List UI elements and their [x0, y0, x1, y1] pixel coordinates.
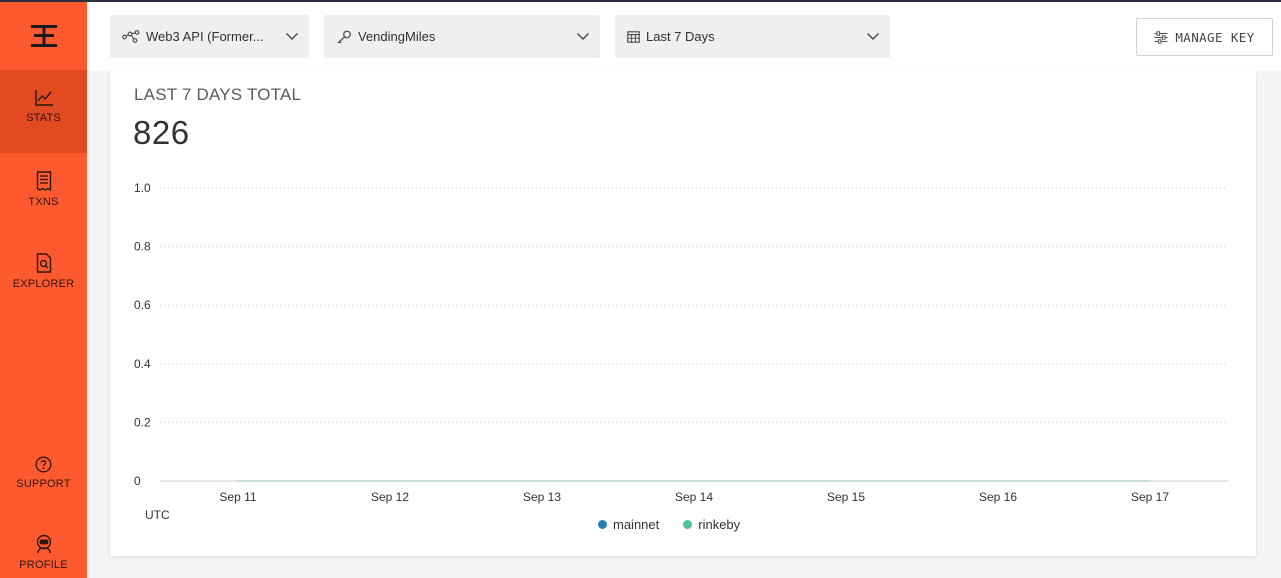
legend-label: mainnet	[613, 517, 660, 532]
x-tick-label: Sep 12	[371, 490, 409, 504]
window-top-border	[0, 0, 1281, 2]
x-tick-label: Sep 16	[979, 490, 1017, 504]
legend-item-mainnet[interactable]: mainnet	[598, 517, 659, 532]
chevron-down-icon	[867, 33, 879, 40]
x-tick-label: Sep 17	[1131, 490, 1169, 504]
sidebar-item-label: SUPPORT	[16, 478, 71, 490]
chart-legend: mainnet rinkeby	[598, 517, 764, 532]
sliders-icon	[1154, 30, 1168, 44]
y-tick-label: 1.0	[134, 181, 151, 195]
sidebar-item-txns[interactable]: TXNS	[0, 153, 87, 235]
sidebar-item-explorer[interactable]: EXPLORER	[0, 235, 87, 317]
x-tick-label: Sep 13	[523, 490, 561, 504]
y-tick-label: 0.2	[134, 415, 151, 429]
api-key-select-value: VendingMiles	[358, 29, 436, 44]
sidebar-item-label: TXNS	[28, 196, 59, 208]
date-range-select[interactable]: Last 7 Days	[615, 15, 890, 58]
sidebar-item-profile[interactable]: PROFILE	[0, 518, 87, 578]
network-icon	[122, 29, 140, 44]
date-range-select-value: Last 7 Days	[646, 29, 715, 44]
legend-label: rinkeby	[698, 517, 741, 532]
requests-chart: 0 0.2 0.4 0.6 0.8 1.0 Sep 11 Sep 12 Sep 13 Sep 14…	[134, 181, 1228, 504]
manage-key-button[interactable]: MANAGE KEY	[1136, 18, 1273, 56]
y-tick-label: 0	[134, 474, 141, 488]
api-key-select[interactable]: VendingMiles	[324, 15, 600, 58]
legend-item-rinkeby[interactable]: rinkeby	[683, 517, 740, 532]
project-select-value: Web3 API (Former...	[146, 29, 264, 44]
chevron-down-icon	[286, 33, 298, 40]
logo[interactable]	[0, 2, 87, 70]
timezone-label: UTC	[145, 508, 170, 522]
y-tick-label: 0.6	[134, 298, 151, 312]
sidebar: STATS TXNS EXPLORER SUPPORT PROFILE	[0, 0, 87, 578]
stats-card: LAST 7 DAYS TOTAL 826 0 0.2 0.4 0.6 0.8 1.0 Se…	[110, 71, 1256, 556]
x-tick-label: Sep 15	[827, 490, 865, 504]
legend-dot	[598, 520, 607, 529]
receipt-icon	[36, 171, 51, 191]
x-tick-label: Sep 14	[675, 490, 713, 504]
logo-icon	[30, 25, 57, 47]
manage-key-label: MANAGE KEY	[1175, 29, 1255, 45]
help-circle-icon	[35, 456, 52, 473]
sidebar-item-support[interactable]: SUPPORT	[0, 438, 87, 518]
document-search-icon	[36, 253, 51, 273]
key-icon	[336, 30, 352, 44]
sidebar-item-label: PROFILE	[19, 559, 68, 571]
y-tick-label: 0.8	[134, 240, 151, 254]
astronaut-avatar-icon	[36, 534, 51, 554]
chevron-down-icon	[577, 33, 589, 40]
stats-chart-icon	[34, 90, 53, 106]
x-tick-label: Sep 11	[219, 490, 256, 504]
project-select[interactable]: Web3 API (Former...	[110, 15, 309, 58]
sidebar-item-stats[interactable]: STATS	[0, 70, 87, 153]
sidebar-item-label: STATS	[26, 112, 61, 124]
sidebar-item-label: EXPLORER	[12, 278, 75, 290]
calendar-icon	[627, 30, 640, 43]
legend-dot	[683, 520, 693, 529]
top-bar: Web3 API (Former... VendingMiles Last 7 …	[87, 2, 1281, 71]
y-tick-label: 0.4	[134, 357, 151, 371]
